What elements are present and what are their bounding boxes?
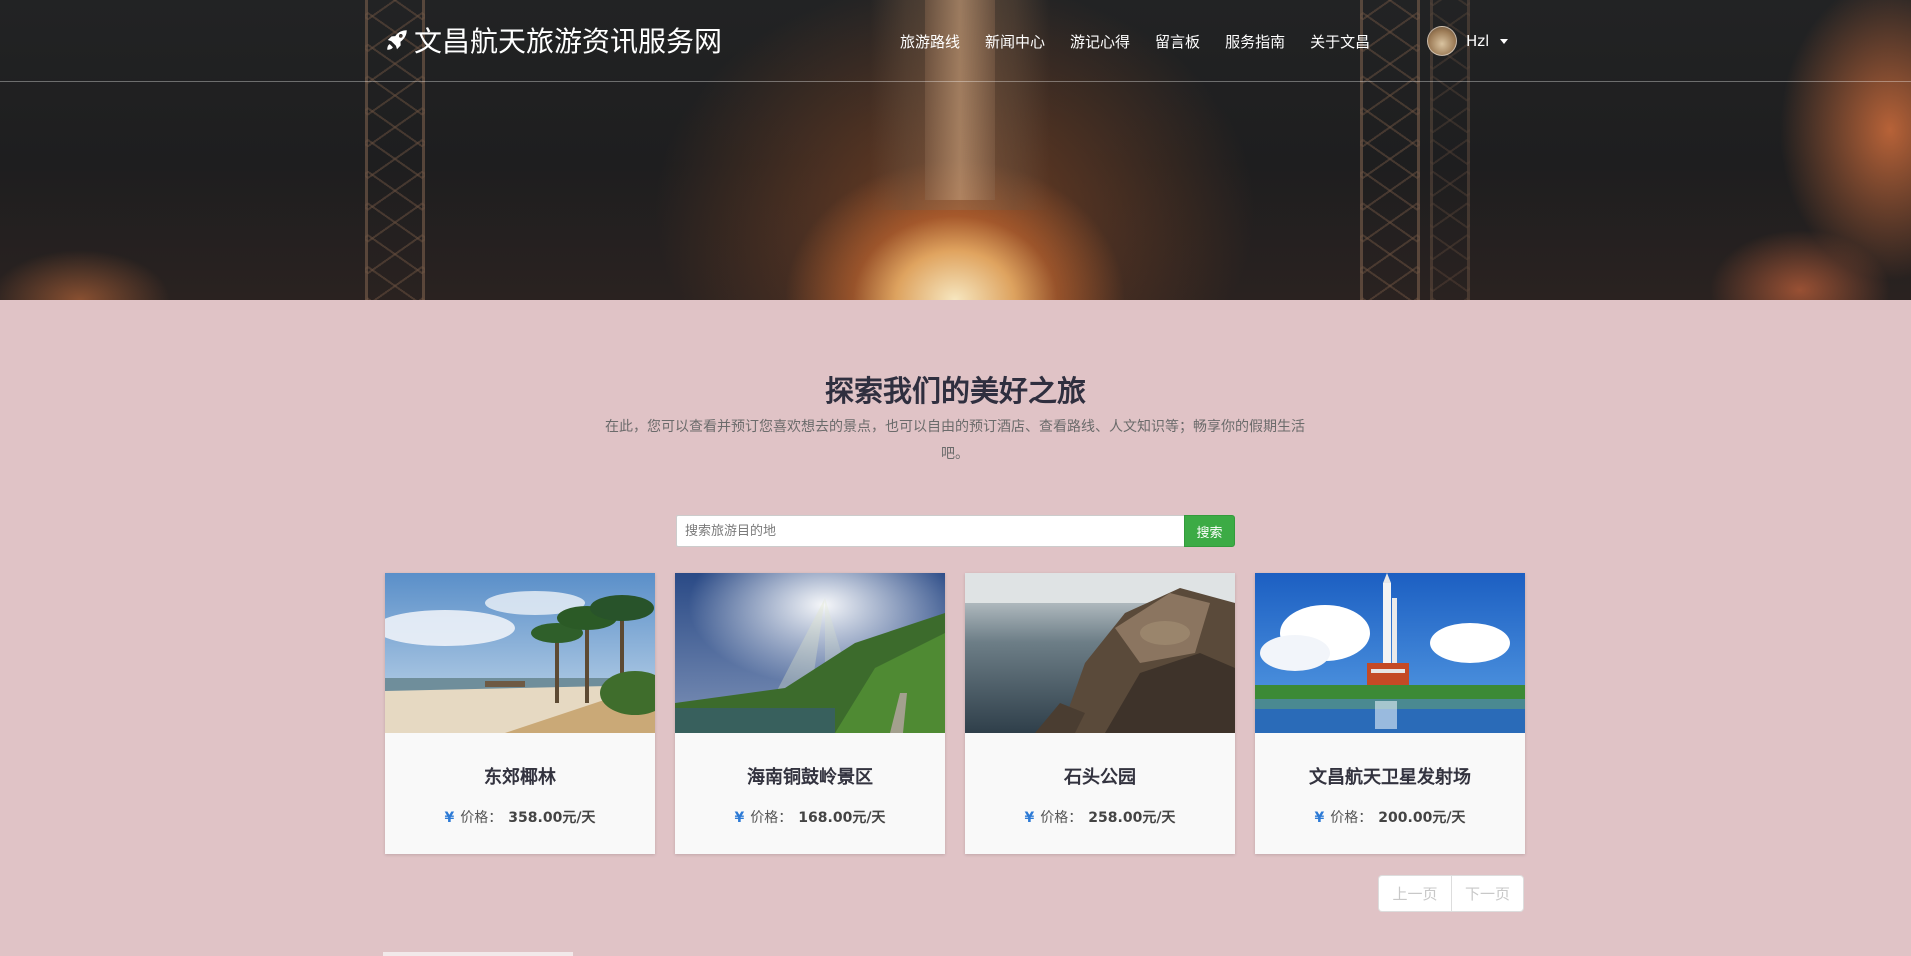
destination-title: 石头公园: [1064, 767, 1136, 788]
brand-link[interactable]: 文昌航天旅游资讯服务网: [384, 19, 722, 61]
nav-link-news[interactable]: 新闻中心: [985, 31, 1045, 52]
destination-image-mountain: [675, 573, 945, 733]
price-value: 168.00元/天: [798, 810, 886, 826]
destination-card[interactable]: 文昌航天卫星发射场 ¥ 价格： 200.00元/天: [1255, 573, 1525, 854]
destination-image-launch-site: [1255, 573, 1525, 733]
search-input[interactable]: [676, 515, 1184, 547]
user-name: Hzl: [1466, 32, 1490, 50]
destination-card[interactable]: 东郊椰林 ¥ 价格： 358.00元/天: [385, 573, 655, 854]
yen-icon: ¥: [1024, 810, 1035, 826]
top-navbar: 文昌航天旅游资讯服务网 旅游路线 新闻中心 游记心得 留言板 服务指南 关于文昌…: [0, 0, 1911, 82]
destination-price: ¥ 价格： 168.00元/天: [675, 807, 945, 827]
nav-link-routes[interactable]: 旅游路线: [900, 31, 960, 52]
pagination: 上一页 下一页: [1378, 875, 1524, 912]
hero-banner: 文昌航天旅游资讯服务网 旅游路线 新闻中心 游记心得 留言板 服务指南 关于文昌…: [0, 0, 1911, 300]
destination-title: 文昌航天卫星发射场: [1309, 767, 1471, 788]
destination-list: 东郊椰林 ¥ 价格： 358.00元/天 海南铜鼓岭景区 ¥ 价格： 168.0…: [385, 573, 1525, 854]
user-menu-toggle[interactable]: Hzl: [1427, 26, 1509, 56]
avatar: [1427, 26, 1457, 56]
nav-link-service-guide[interactable]: 服务指南: [1225, 31, 1285, 52]
brand-title: 文昌航天旅游资讯服务网: [414, 25, 723, 58]
destination-price: ¥ 价格： 358.00元/天: [385, 807, 655, 827]
destination-title: 东郊椰林: [484, 767, 556, 788]
caret-down-icon: [1500, 38, 1509, 44]
price-label: 价格：: [460, 810, 503, 826]
footer-edge: [383, 952, 573, 956]
destination-price: ¥ 价格： 258.00元/天: [965, 807, 1235, 827]
price-value: 258.00元/天: [1088, 810, 1176, 826]
next-page-button[interactable]: 下一页: [1451, 875, 1524, 912]
yen-icon: ¥: [444, 810, 455, 826]
nav-link-guestbook[interactable]: 留言板: [1155, 31, 1200, 52]
nav-link-travelogues[interactable]: 游记心得: [1070, 31, 1130, 52]
section-title: 探索我们的美好之旅: [824, 374, 1086, 408]
price-value: 200.00元/天: [1378, 810, 1466, 826]
destination-image-rocks: [965, 573, 1235, 733]
section-description: 在此，您可以查看并预订您喜欢想去的景点，也可以自由的预订酒店、查看路线、人文知识…: [605, 419, 1305, 462]
rocket-icon: [387, 30, 407, 50]
price-value: 358.00元/天: [508, 810, 596, 826]
price-label: 价格：: [1040, 810, 1083, 826]
nav-link-about[interactable]: 关于文昌: [1310, 31, 1370, 52]
yen-icon: ¥: [734, 810, 745, 826]
price-label: 价格：: [750, 810, 793, 826]
nav-menu: 旅游路线 新闻中心 游记心得 留言板 服务指南 关于文昌: [900, 26, 1395, 56]
destination-card[interactable]: 海南铜鼓岭景区 ¥ 价格： 168.00元/天: [675, 573, 945, 854]
destination-title: 海南铜鼓岭景区: [747, 767, 873, 788]
price-label: 价格：: [1330, 810, 1373, 826]
destination-image-beach: [385, 573, 655, 733]
destination-card[interactable]: 石头公园 ¥ 价格： 258.00元/天: [965, 573, 1235, 854]
yen-icon: ¥: [1314, 810, 1325, 826]
search-bar: 搜索: [676, 515, 1235, 547]
destination-price: ¥ 价格： 200.00元/天: [1255, 807, 1525, 827]
prev-page-button[interactable]: 上一页: [1378, 875, 1451, 912]
search-button[interactable]: 搜索: [1184, 515, 1235, 547]
